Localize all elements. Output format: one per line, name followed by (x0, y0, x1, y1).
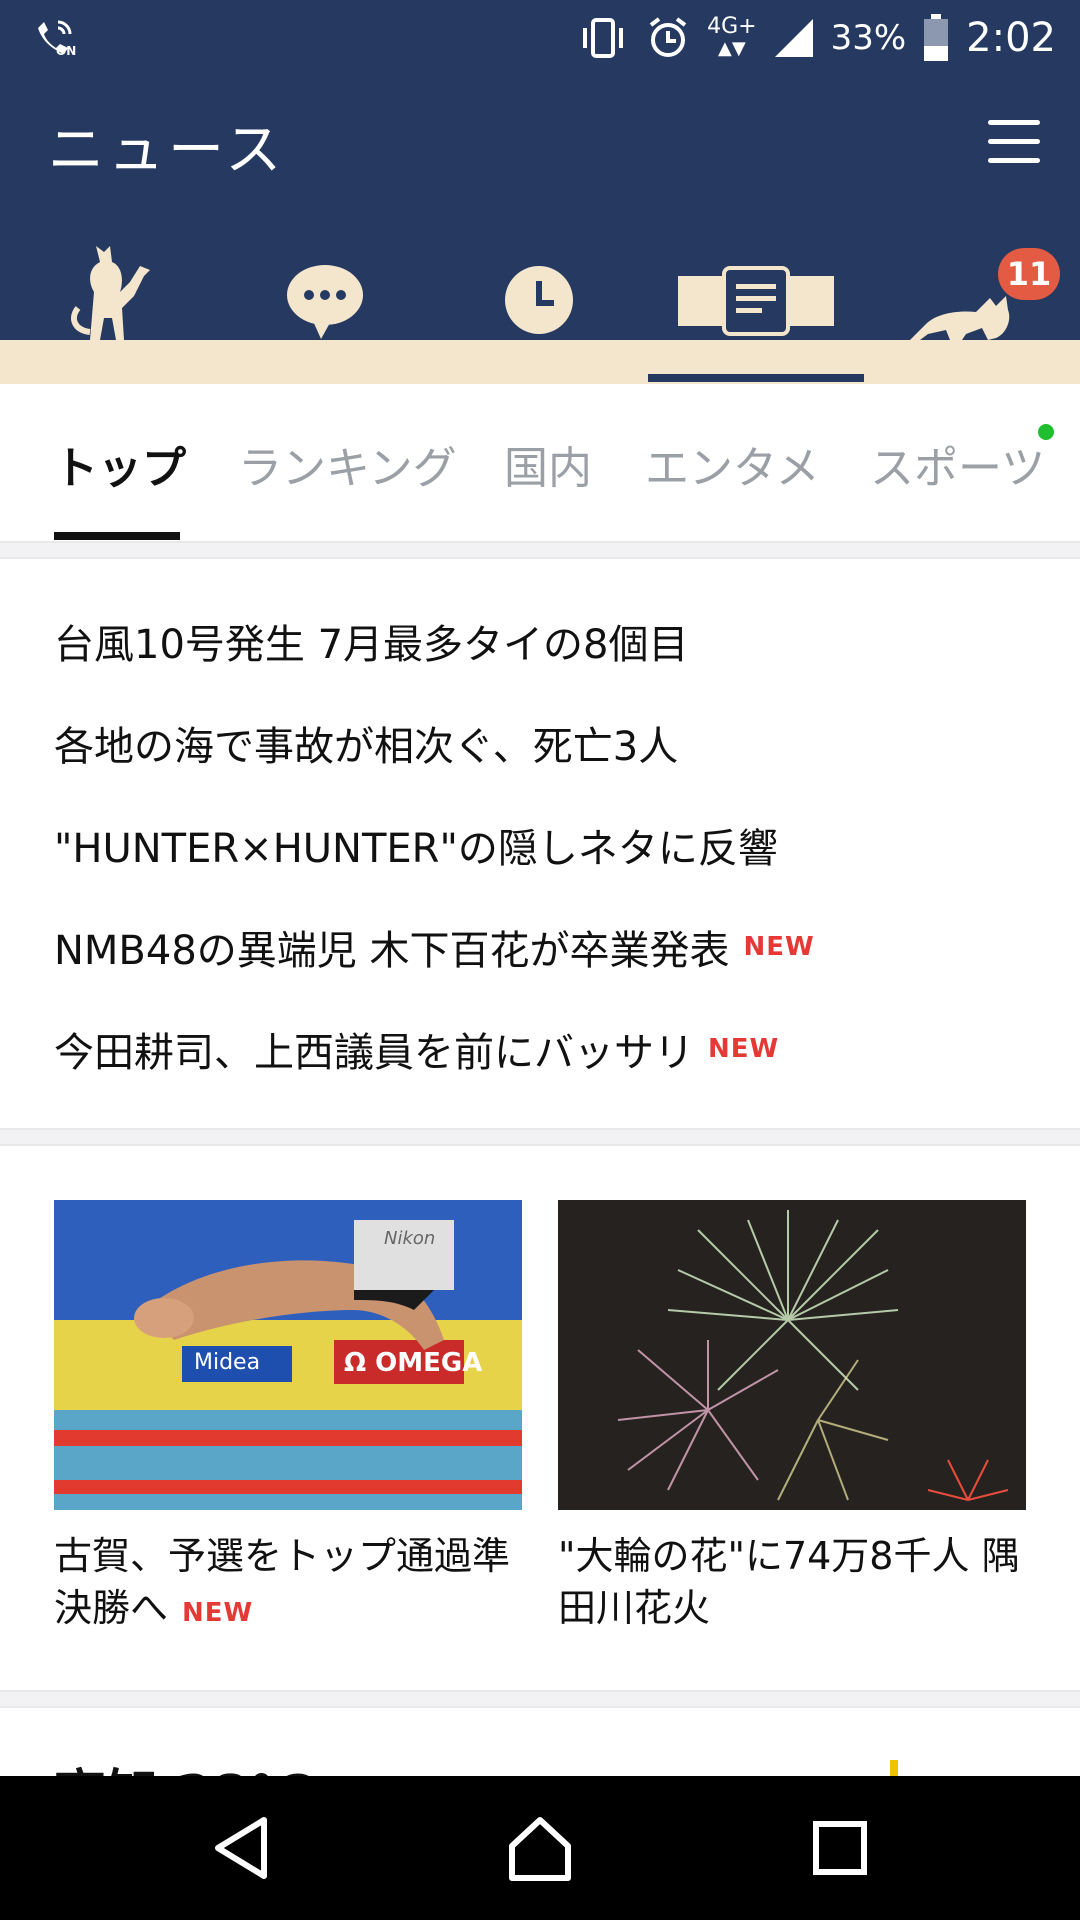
clock-time: 2:02 (966, 14, 1056, 61)
caption-text: 古賀、予選をトップ通過準決勝へ (54, 1534, 511, 1630)
active-tab-underline (54, 532, 180, 540)
headline-text: 台風10号発生 7月最多タイの8個目 (54, 622, 689, 668)
recents-button[interactable] (804, 1812, 876, 1884)
tab-domestic[interactable]: 国内 (504, 432, 592, 496)
nav-talk-icon[interactable] (285, 263, 365, 343)
alarm-icon (645, 15, 691, 61)
nav-strip (0, 340, 1080, 384)
sponsor-nikon-text: Nikon (384, 1228, 436, 1249)
battery-icon (922, 13, 950, 62)
headline-item[interactable]: 台風10号発生 7月最多タイの8個目 (54, 612, 689, 670)
vibrate-icon (577, 16, 629, 60)
section-divider (0, 541, 1080, 559)
headline-item[interactable]: 今田耕司、上西議員を前にバッサリ NEW (54, 1020, 779, 1078)
data-arrows-icon: ▲▼ (718, 37, 746, 59)
hamburger-menu-button[interactable] (988, 120, 1040, 164)
tab-ranking[interactable]: ランキング (238, 432, 457, 496)
headline-text: 今田耕司、上西議員を前にバッサリ (54, 1030, 694, 1076)
notification-badge: 11 (998, 248, 1060, 300)
headline-item[interactable]: "HUNTER×HUNTER"の隠しネタに反響 (54, 816, 778, 874)
new-tag: NEW (743, 932, 815, 962)
nav-timeline-clock-icon[interactable] (504, 265, 574, 339)
section-divider (0, 1690, 1080, 1708)
active-nav-indicator (648, 374, 864, 382)
system-navigation-bar (0, 1776, 1080, 1920)
caption-text: "大輪の花"に74万8千人 隅田川花火 (558, 1534, 1020, 1630)
tab-top[interactable]: トップ (54, 432, 186, 496)
menu-line-icon (988, 139, 1040, 144)
tab-entertainment[interactable]: エンタメ (645, 432, 820, 496)
image-card-caption[interactable]: 古賀、予選をトップ通過準決勝へ NEW (54, 1530, 534, 1639)
headline-item[interactable]: 各地の海で事故が相次ぐ、死亡3人 (54, 714, 678, 772)
menu-line-icon (988, 158, 1040, 163)
headline-text: "HUNTER×HUNTER"の隠しネタに反響 (54, 826, 778, 872)
battery-percent: 33% (830, 17, 907, 58)
network-type-text: 4G+ (707, 13, 757, 39)
tab-sports[interactable]: スポーツ (870, 432, 1045, 496)
image-card-caption[interactable]: "大輪の花"に74万8千人 隅田川花火 (558, 1530, 1028, 1634)
nav-news-icon[interactable] (678, 266, 834, 340)
sponsor-midea-text: Midea (194, 1350, 261, 1375)
wifi-call-on-label: ON (56, 44, 77, 58)
headline-item[interactable]: NMB48の異端児 木下百花が卒業発表 NEW (54, 918, 815, 976)
category-tabs: トップ ランキング 国内 エンタメ スポーツ (0, 384, 1080, 543)
fireworks-photo[interactable] (558, 1200, 1026, 1510)
home-button[interactable] (504, 1812, 576, 1884)
sponsor-omega-text: Ω OMEGA (344, 1348, 483, 1378)
new-tag: NEW (182, 1598, 254, 1628)
section-divider (0, 1128, 1080, 1146)
wifi-calling-icon: ON (30, 14, 78, 62)
nav-home-cat-icon[interactable] (60, 222, 160, 346)
new-tag: NEW (708, 1034, 780, 1064)
swimmer-photo[interactable]: Midea Ω OMEGA Nikon (54, 1200, 522, 1510)
network-type-label: 4G+ ▲▼ (707, 13, 757, 60)
headline-text: 各地の海で事故が相次ぐ、死亡3人 (54, 724, 679, 770)
page-title: ニュース (48, 118, 286, 183)
headline-text: NMB48の異端児 木下百花が卒業発表 (54, 928, 730, 974)
signal-icon (773, 17, 815, 59)
back-button[interactable] (206, 1812, 278, 1884)
sports-unread-dot (1038, 424, 1054, 440)
menu-line-icon (988, 120, 1040, 125)
status-bar: ON 4G+ ▲▼ 33% 2:02 (0, 0, 1080, 75)
